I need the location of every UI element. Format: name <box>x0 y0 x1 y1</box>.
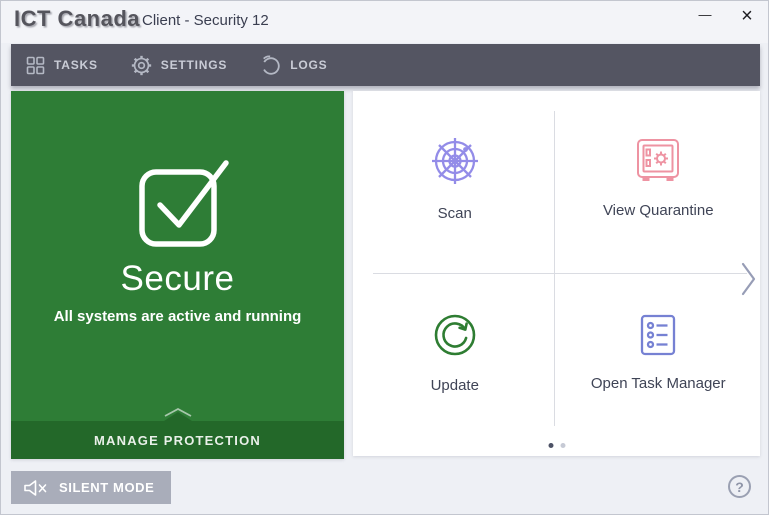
pagination-dots <box>548 443 565 448</box>
action-tile-label: Open Task Manager <box>590 374 726 392</box>
refresh-icon <box>434 314 476 356</box>
silent-mode-button[interactable]: SILENT MODE <box>11 471 172 504</box>
window-title: Client - Security 12 <box>142 12 269 29</box>
actions-grid: Scan View Quarantine Update Open Task Ma… <box>353 91 760 438</box>
vertical-divider <box>554 111 555 426</box>
manage-protection-label: MANAGE PROTECTION <box>93 432 261 448</box>
next-page-chevron-icon[interactable] <box>739 260 758 298</box>
toolbar-item-logs[interactable]: LOGS <box>260 54 328 76</box>
toolbar-item-settings[interactable]: SETTINGS <box>131 55 227 76</box>
action-tile-open-task-manager[interactable]: Open Task Manager <box>557 265 761 439</box>
action-tile-update[interactable]: Update <box>353 265 557 439</box>
manage-protection-button[interactable]: MANAGE PROTECTION <box>11 407 344 459</box>
action-tile-label: Update <box>430 376 479 394</box>
toolbar-item-label: SETTINGS <box>160 58 228 72</box>
title-bar: ICT Canada Client - Security 12 — × <box>1 1 768 43</box>
silent-mode-label: SILENT MODE <box>59 480 155 495</box>
chevron-up-icon <box>164 407 191 417</box>
page-dot-2[interactable] <box>560 443 565 448</box>
action-tile-view-quarantine[interactable]: View Quarantine <box>557 91 761 265</box>
main-toolbar: TASKS SETTINGS LOGS <box>11 44 760 86</box>
safe-icon <box>637 139 680 182</box>
action-tile-scan[interactable]: Scan <box>353 91 557 265</box>
toolbar-item-tasks[interactable]: TASKS <box>26 56 98 75</box>
toolbar-item-label: TASKS <box>54 58 98 72</box>
action-tile-label: View Quarantine <box>602 202 714 220</box>
horizontal-divider <box>373 273 747 274</box>
speaker-muted-icon <box>24 479 47 496</box>
close-button[interactable]: × <box>734 3 760 29</box>
page-dot-1[interactable] <box>548 443 553 448</box>
quick-actions-panel: Scan View Quarantine Update Open Task Ma… <box>353 91 760 456</box>
gear-icon <box>131 55 151 75</box>
minimize-button[interactable]: — <box>692 1 718 27</box>
grid-icon <box>26 56 45 74</box>
security-state-message: All systems are active and running <box>53 308 302 325</box>
radar-icon <box>431 138 478 185</box>
help-button[interactable]: ? <box>728 475 751 498</box>
security-status-panel: Secure All systems are active and runnin… <box>11 91 344 459</box>
pie-chart-icon <box>260 54 280 75</box>
checkmark-icon <box>123 153 233 247</box>
toolbar-item-label: LOGS <box>290 58 328 72</box>
security-state-title: Secure <box>120 259 235 298</box>
app-logo: ICT Canada <box>14 6 141 31</box>
help-glyph: ? <box>735 478 744 495</box>
action-tile-label: Scan <box>437 205 472 223</box>
task-list-icon <box>641 314 676 355</box>
